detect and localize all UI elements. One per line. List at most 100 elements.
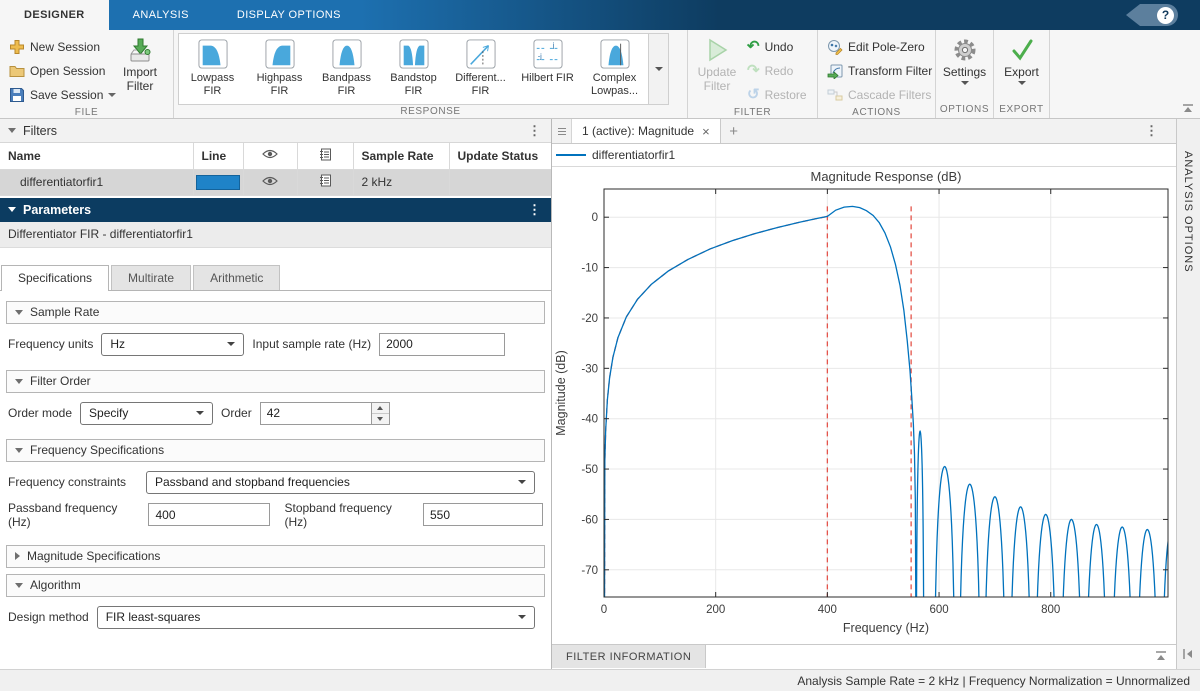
order-mode-value: Specify <box>89 406 128 420</box>
response-complex-lowpass[interactable]: ComplexLowpas... <box>581 34 648 104</box>
frequency-specs-section-header[interactable]: Frequency Specifications <box>6 439 545 462</box>
passband-frequency-field[interactable] <box>148 503 270 526</box>
filter-row-info[interactable] <box>297 169 353 195</box>
restore-label: Restore <box>765 88 807 102</box>
response-bandstop-fir[interactable]: BandstopFIR <box>380 34 447 104</box>
cascade-filters-button[interactable]: Cascade Filters <box>822 83 937 106</box>
gallery-dropdown-arrow-icon <box>655 67 663 71</box>
minimize-ribbon-button[interactable] <box>1182 102 1194 116</box>
tab-multirate[interactable]: Multirate <box>111 265 191 290</box>
settings-button[interactable]: Settings <box>940 33 989 103</box>
response-gallery-dropdown[interactable] <box>649 33 669 105</box>
magnitude-specs-section-header[interactable]: Magnitude Specifications <box>6 545 545 568</box>
new-session-label: New Session <box>30 40 100 54</box>
svg-text:0: 0 <box>592 212 598 224</box>
legend: differentiatorfir1 <box>552 144 1176 167</box>
settings-dropdown-arrow <box>961 81 969 85</box>
chevron-down-icon <box>196 411 204 415</box>
cascade-filters-label: Cascade Filters <box>848 88 931 102</box>
filter-order-section-header[interactable]: Filter Order <box>6 370 545 393</box>
complex-lowpass-icon <box>600 39 630 69</box>
spinner-up[interactable] <box>372 403 389 413</box>
order-field[interactable] <box>260 402 372 425</box>
input-sample-rate-field[interactable] <box>379 333 505 356</box>
open-session-button[interactable]: Open Session <box>4 59 112 82</box>
status-text: Analysis Sample Rate = 2 kHz | Frequency… <box>797 674 1190 688</box>
tab-arithmetic[interactable]: Arithmetic <box>193 265 280 290</box>
magnitude-document-tab[interactable]: 1 (active): Magnitude × <box>572 119 721 143</box>
frequency-constraints-select[interactable]: Passband and stopband frequencies <box>146 471 535 494</box>
sample-rate-title: Sample Rate <box>30 305 99 319</box>
algorithm-collapse-icon <box>15 583 23 588</box>
frequency-units-value: Hz <box>110 337 125 351</box>
plus-icon <box>9 39 25 55</box>
tab-designer[interactable]: DESIGNER <box>0 0 109 30</box>
export-section-label: EXPORT <box>994 103 1049 118</box>
frequency-units-select[interactable]: Hz <box>101 333 244 356</box>
save-session-button[interactable]: Save Session <box>4 83 112 106</box>
collapse-left-button[interactable] <box>1182 648 1194 663</box>
tab-specifications[interactable]: Specifications <box>1 265 109 291</box>
analysis-options-strip[interactable]: ANALYSIS OPTIONS <box>1176 119 1200 669</box>
redo-button[interactable]: ↷ Redo <box>742 59 812 82</box>
collapse-up-icon <box>1182 103 1194 113</box>
hilbert-fir-icon: j-j <box>533 39 563 69</box>
filter-information-tab[interactable]: FILTER INFORMATION <box>552 645 706 668</box>
section-file: New Session Open Session Save Session <box>0 30 174 118</box>
line-color-swatch[interactable] <box>196 175 240 190</box>
complex-lowpass-label: ComplexLowpas... <box>591 72 638 98</box>
filters-panel-header[interactable]: Filters ⋮ <box>0 119 551 143</box>
ribbon: DESIGNER ANALYSIS DISPLAY OPTIONS ? New … <box>0 0 1200 119</box>
spinner-down[interactable] <box>372 413 389 424</box>
import-filter-button[interactable]: ImportFilter <box>112 33 168 106</box>
svg-text:-60: -60 <box>581 514 598 526</box>
filters-menu-icon[interactable]: ⋮ <box>528 123 541 139</box>
filters-panel-title: Filters <box>23 124 57 138</box>
design-method-select[interactable]: FIR least-squares <box>97 606 535 629</box>
restore-icon: ↺ <box>747 88 760 102</box>
order-label: Order <box>221 406 252 420</box>
algorithm-section-header[interactable]: Algorithm <box>6 574 545 597</box>
highpass-fir-icon <box>265 39 295 69</box>
stopband-frequency-field[interactable] <box>423 503 543 526</box>
response-hilbert-fir[interactable]: j-j Hilbert FIR <box>514 34 581 104</box>
restore-button[interactable]: ↺ Restore <box>742 83 812 106</box>
svg-text:600: 600 <box>929 604 948 616</box>
order-mode-select[interactable]: Specify <box>80 402 213 425</box>
tab-display-options[interactable]: DISPLAY OPTIONS <box>213 0 365 30</box>
filter-row-line[interactable] <box>193 169 243 195</box>
parameters-panel-header[interactable]: Parameters ⋮ <box>0 198 551 222</box>
chevron-down-icon <box>518 615 526 619</box>
document-menu-icon[interactable]: ⋮ <box>1145 123 1158 139</box>
transform-filter-button[interactable]: Transform Filter <box>822 59 937 82</box>
magnitude-response-plot[interactable]: 02004006008000-10-20-30-40-50-60-70Magni… <box>552 167 1176 644</box>
expand-filter-info-button[interactable] <box>1154 650 1168 665</box>
legend-line <box>556 154 586 156</box>
update-filter-button[interactable]: UpdateFilter <box>692 33 742 106</box>
redo-icon: ↷ <box>747 64 760 78</box>
algorithm-title: Algorithm <box>30 578 81 592</box>
response-highpass-fir[interactable]: HighpassFIR <box>246 34 313 104</box>
response-bandpass-fir[interactable]: BandpassFIR <box>313 34 380 104</box>
column-visibility <box>243 143 297 169</box>
add-tab-button[interactable]: + <box>721 119 747 143</box>
design-method-label: Design method <box>8 610 89 624</box>
export-button[interactable]: Export <box>998 33 1045 103</box>
response-differentiator-fir[interactable]: Different...FIR <box>447 34 514 104</box>
close-icon[interactable]: × <box>702 124 710 139</box>
sample-rate-section-header[interactable]: Sample Rate <box>6 301 545 324</box>
help-button[interactable]: ? <box>1126 4 1178 26</box>
undo-button[interactable]: ↶ Undo <box>742 35 812 58</box>
response-lowpass-fir[interactable]: LowpassFIR <box>179 34 246 104</box>
filter-row-visibility[interactable] <box>243 169 297 195</box>
column-update-status: Update Status <box>449 143 551 169</box>
document-panel: 1 (active): Magnitude × + ⋮ differentiat… <box>552 119 1176 669</box>
filter-row[interactable]: differentiatorfir1 2 kHz <box>0 169 551 195</box>
new-session-button[interactable]: New Session <box>4 35 112 58</box>
tab-analysis[interactable]: ANALYSIS <box>109 0 213 30</box>
parameters-menu-icon[interactable]: ⋮ <box>528 202 541 218</box>
order-spinner[interactable] <box>372 402 390 425</box>
tab-list-button[interactable] <box>552 119 572 143</box>
edit-pole-zero-button[interactable]: Edit Pole-Zero <box>822 35 937 58</box>
legend-label: differentiatorfir1 <box>592 148 675 162</box>
